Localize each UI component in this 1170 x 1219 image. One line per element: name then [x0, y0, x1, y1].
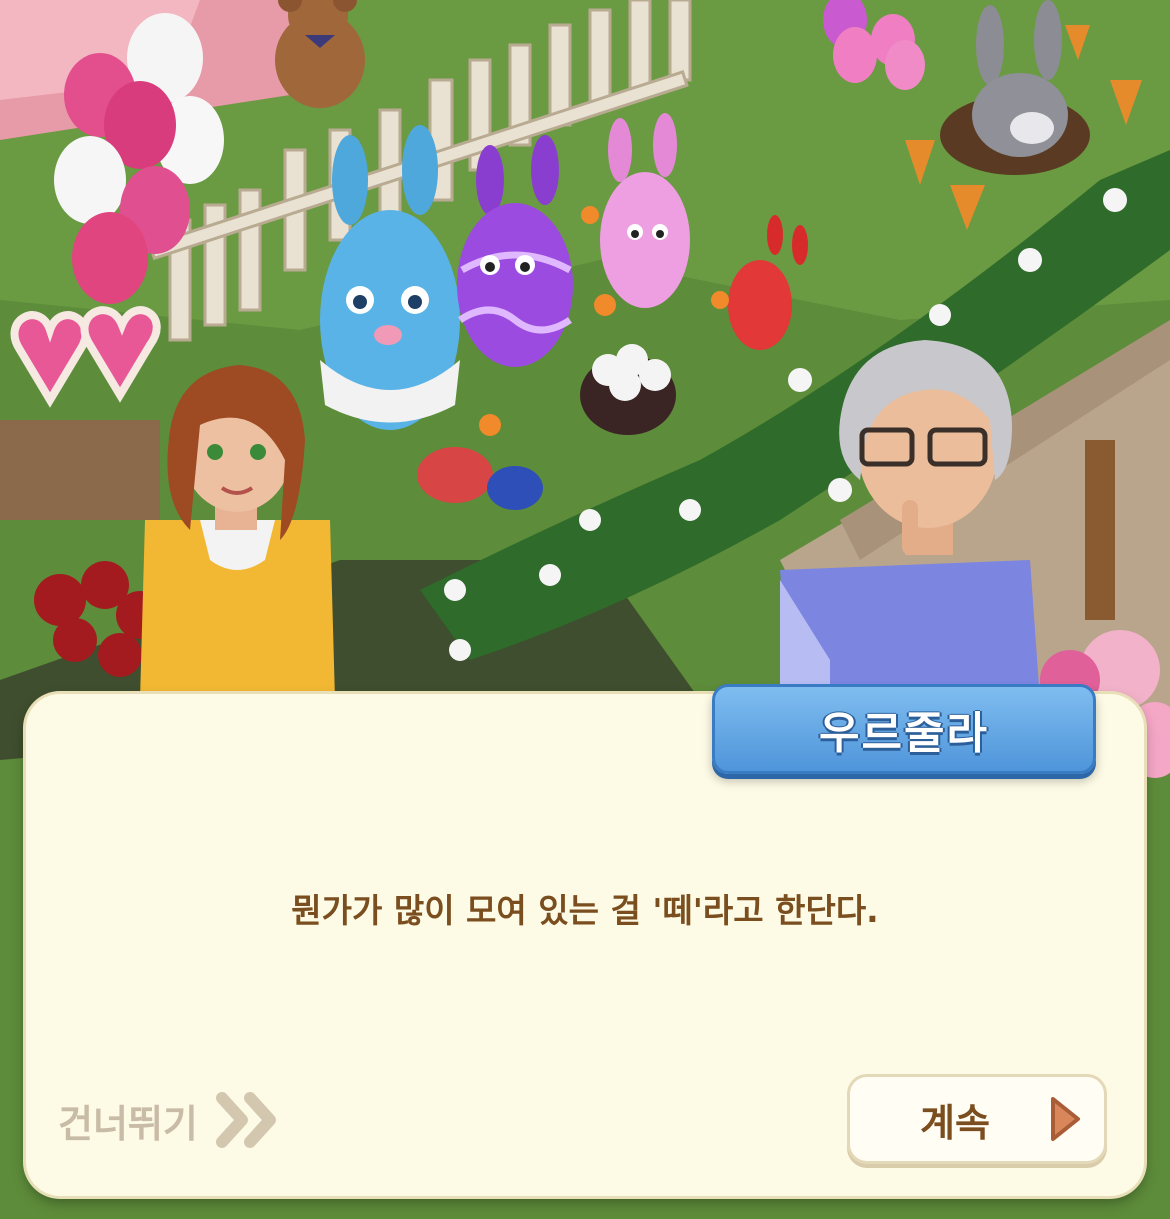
speaker-name: 우르줄라	[819, 708, 989, 759]
continue-button[interactable]: 계속	[847, 1074, 1107, 1164]
continue-label: 계속	[920, 1100, 990, 1145]
skip-button[interactable]: 건너뛰기	[58, 1092, 280, 1148]
double-chevron-right-icon	[215, 1092, 280, 1148]
dialog-message: 뭔가가 많이 모여 있는 걸 '떼'라고 한단다.	[291, 891, 879, 930]
speaker-name-tag: 우르줄라	[712, 684, 1096, 774]
skip-label: 건너뛰기	[58, 1101, 198, 1146]
play-triangle-icon	[1048, 1095, 1082, 1143]
